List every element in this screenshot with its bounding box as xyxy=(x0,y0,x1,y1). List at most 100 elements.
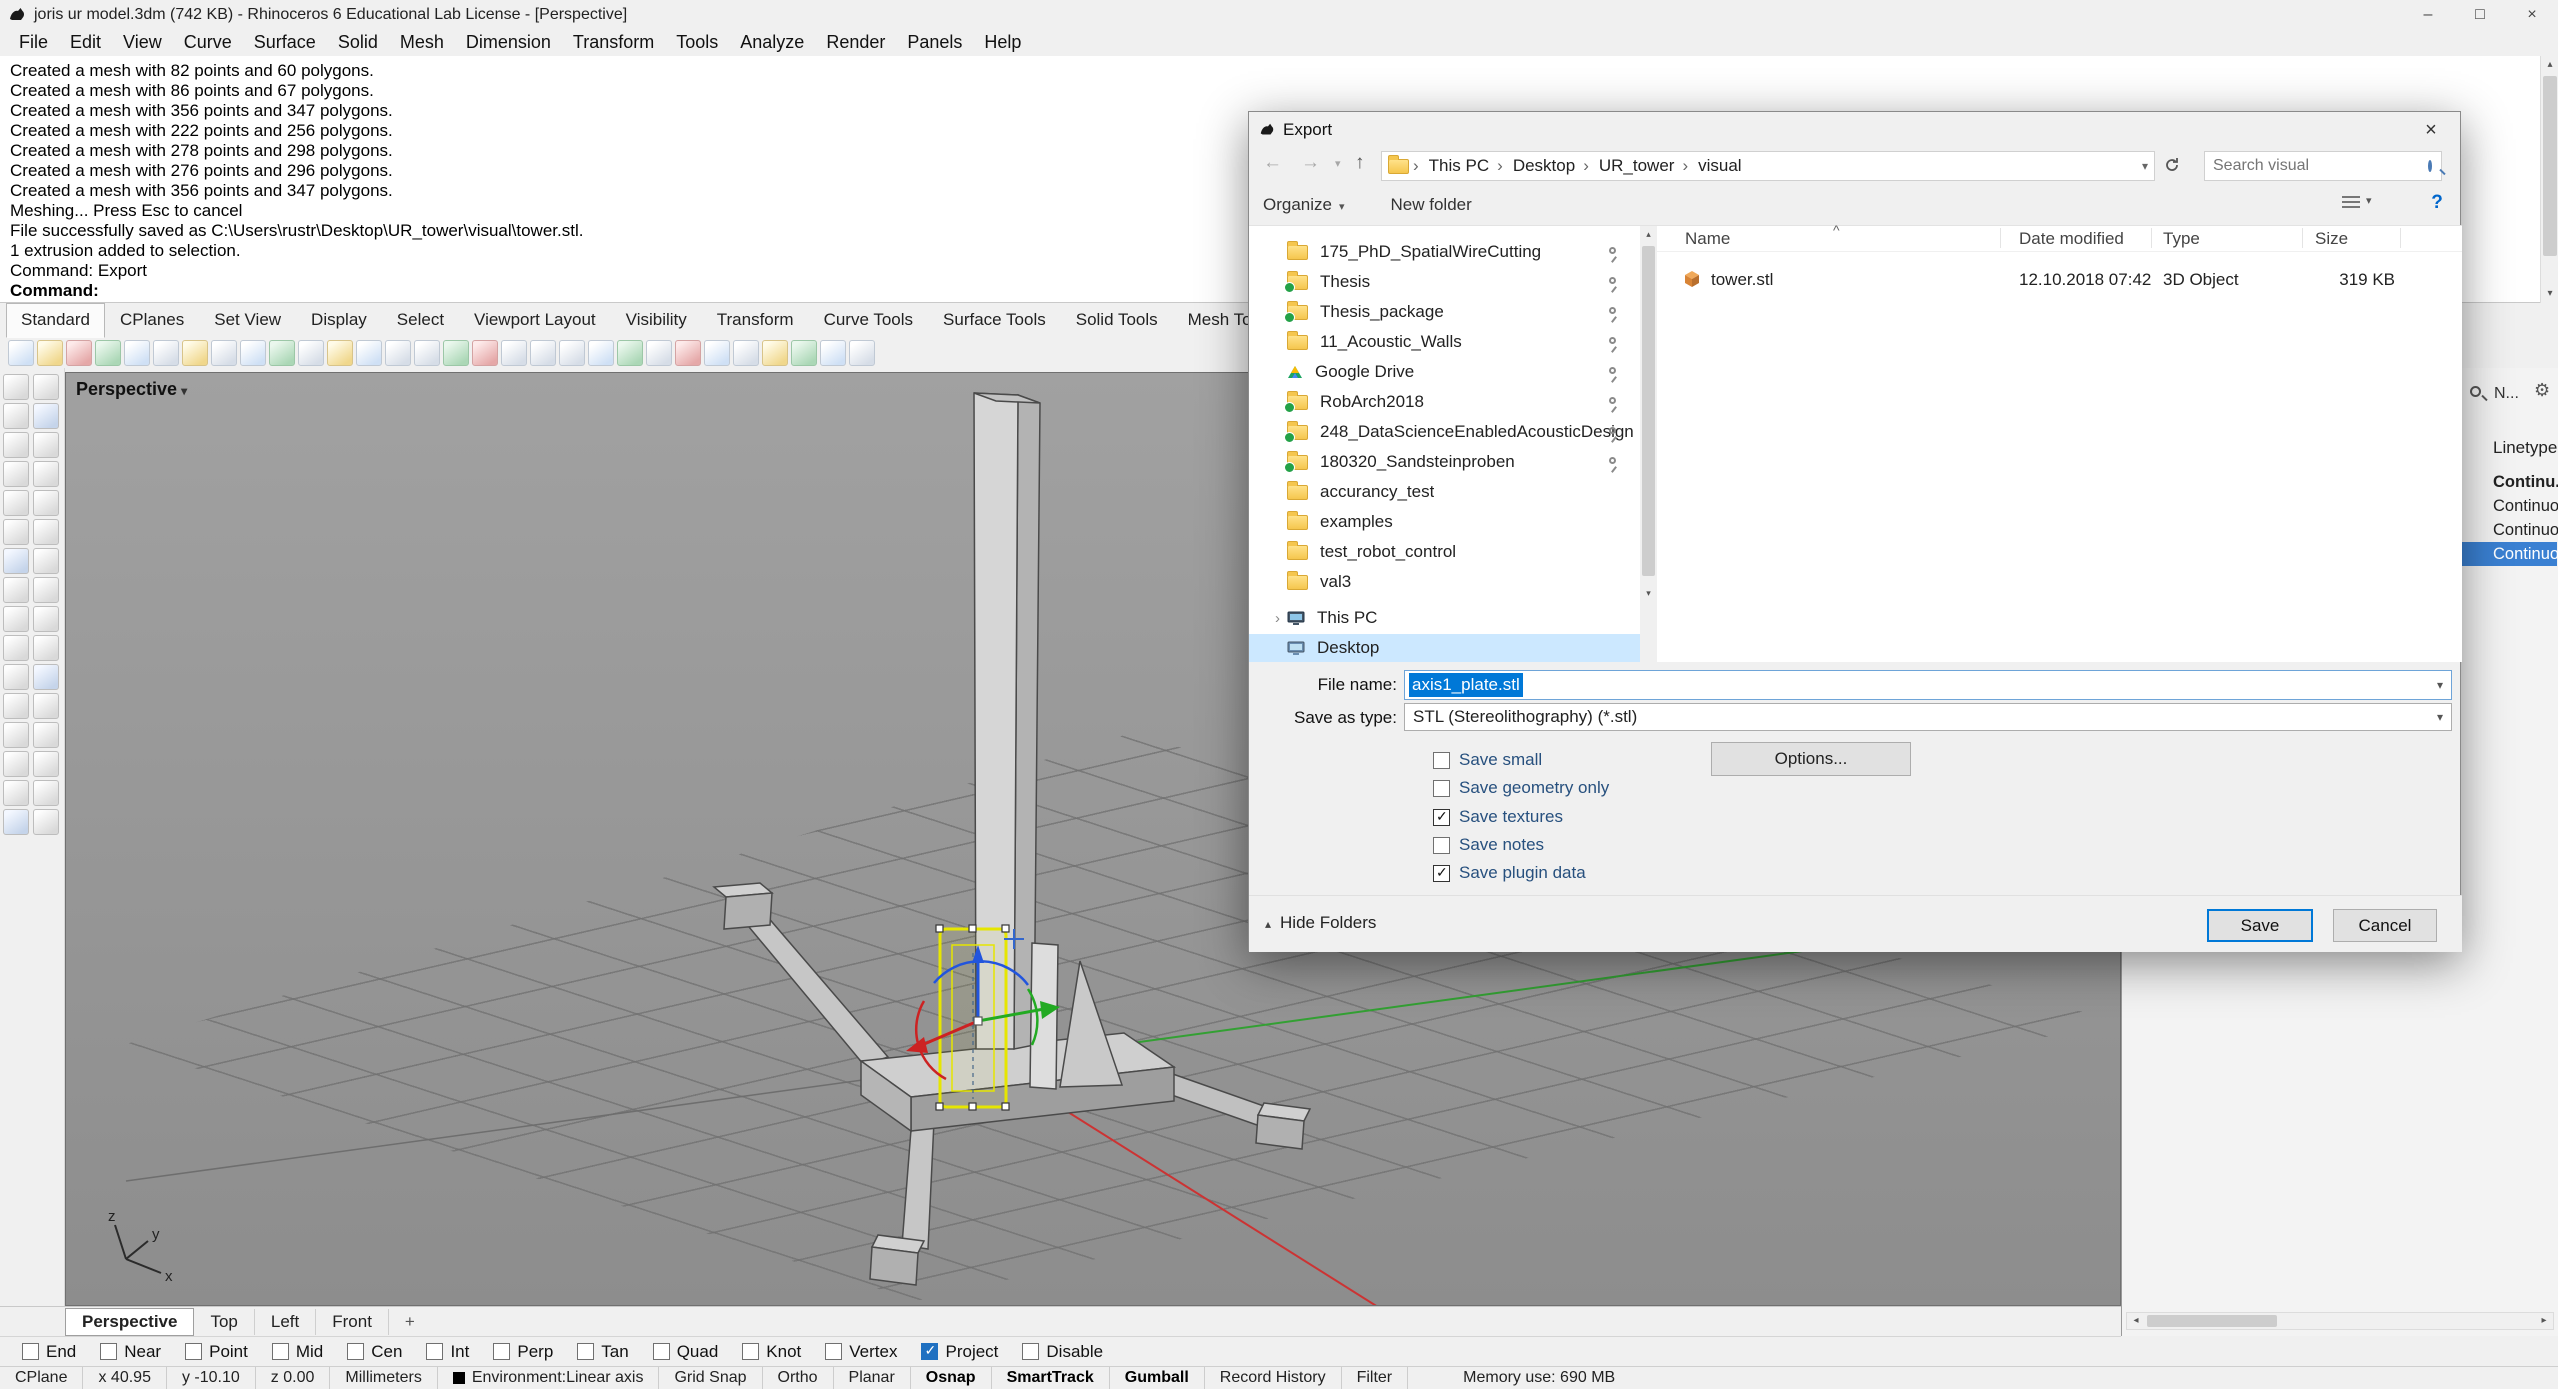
column-date-modified[interactable]: Date modified xyxy=(2019,229,2124,249)
toggle-osnap[interactable]: Osnap xyxy=(911,1367,992,1389)
tab-curve-tools[interactable]: Curve Tools xyxy=(809,303,928,338)
undo-icon[interactable] xyxy=(211,340,237,366)
zoom-icon[interactable] xyxy=(298,340,324,366)
history-chevron-icon[interactable]: ▾ xyxy=(1335,157,1341,170)
scroll-left-icon[interactable]: ◂ xyxy=(2127,1313,2145,1329)
checkbox[interactable] xyxy=(1022,1343,1039,1360)
menu-mesh[interactable]: Mesh xyxy=(389,31,455,54)
select-pointer-icon[interactable] xyxy=(3,374,29,400)
viewport-tab-top[interactable]: Top xyxy=(194,1309,254,1335)
render-icon[interactable] xyxy=(791,340,817,366)
split-icon[interactable] xyxy=(559,340,585,366)
back-icon[interactable]: ← xyxy=(1263,152,1282,174)
array-icon[interactable] xyxy=(3,751,29,777)
hide-folders-button[interactable]: Hide Folders xyxy=(1265,913,1376,933)
checkbox[interactable] xyxy=(272,1343,289,1360)
paste-icon[interactable] xyxy=(182,340,208,366)
trim-tool-icon[interactable] xyxy=(3,635,29,661)
checkbox[interactable] xyxy=(1433,780,1450,797)
osnap-knot[interactable]: Knot xyxy=(742,1342,801,1362)
osnap-mid[interactable]: Mid xyxy=(272,1342,323,1362)
hide-icon[interactable] xyxy=(646,340,672,366)
group-icon[interactable] xyxy=(33,664,59,690)
polyline-icon[interactable] xyxy=(33,374,59,400)
move-icon[interactable] xyxy=(385,340,411,366)
osnap-point[interactable]: Point xyxy=(185,1342,248,1362)
revolve-icon[interactable] xyxy=(33,519,59,545)
zoom-extents-icon[interactable] xyxy=(327,340,353,366)
wireframe-view-icon[interactable] xyxy=(849,340,875,366)
column-type[interactable]: Type xyxy=(2163,229,2200,249)
cancel-button[interactable]: Cancel xyxy=(2333,909,2437,942)
menu-analyze[interactable]: Analyze xyxy=(729,31,815,54)
osnap-near[interactable]: Near xyxy=(100,1342,161,1362)
search-icon[interactable] xyxy=(2470,386,2481,397)
curve-icon[interactable] xyxy=(3,403,29,429)
breadcrumb-desktop[interactable]: Desktop xyxy=(1493,156,1579,176)
tab-select[interactable]: Select xyxy=(382,303,459,338)
checkbox[interactable] xyxy=(577,1343,594,1360)
menu-view[interactable]: View xyxy=(112,31,173,54)
viewport-tab-perspective[interactable]: Perspective xyxy=(65,1308,194,1336)
tab-solid-tools[interactable]: Solid Tools xyxy=(1061,303,1173,338)
menu-file[interactable]: File xyxy=(8,31,59,54)
object-snap-icon[interactable] xyxy=(762,340,788,366)
new-file-icon[interactable] xyxy=(8,340,34,366)
analyze-icon[interactable] xyxy=(3,780,29,806)
tab-set-view[interactable]: Set View xyxy=(199,303,296,338)
sphere-icon[interactable] xyxy=(33,548,59,574)
close-button[interactable]: × xyxy=(2506,0,2558,29)
gear-icon[interactable]: ⚙ xyxy=(2534,380,2550,401)
toggle-planar[interactable]: Planar xyxy=(834,1367,911,1389)
new-folder-button[interactable]: New folder xyxy=(1391,195,1472,215)
units-label[interactable]: Millimeters xyxy=(330,1367,437,1389)
offset-icon[interactable] xyxy=(33,606,59,632)
tab-cplanes[interactable]: CPlanes xyxy=(105,303,199,338)
osnap-disable[interactable]: Disable xyxy=(1022,1342,1103,1362)
cylinder-icon[interactable] xyxy=(3,577,29,603)
tree-item-desktop[interactable]: Desktop xyxy=(1249,634,1640,662)
menu-panels[interactable]: Panels xyxy=(896,31,973,54)
tree-item[interactable]: val3 xyxy=(1249,568,1640,596)
toggle-filter[interactable]: Filter xyxy=(1342,1367,1409,1389)
tree-item-this-pc[interactable]: ›This PC xyxy=(1249,604,1640,632)
menu-edit[interactable]: Edit xyxy=(59,31,112,54)
polygon-icon[interactable] xyxy=(3,461,29,487)
copy-object-icon[interactable] xyxy=(414,340,440,366)
fillet-icon[interactable] xyxy=(33,577,59,603)
option-save-small[interactable]: Save small xyxy=(1433,748,1542,772)
pan-icon[interactable] xyxy=(269,340,295,366)
tree-item[interactable]: test_robot_control xyxy=(1249,538,1640,566)
toggle-ortho[interactable]: Ortho xyxy=(763,1367,834,1389)
toggle-gumball[interactable]: Gumball xyxy=(1110,1367,1205,1389)
sweep-icon[interactable] xyxy=(3,490,29,516)
checkbox[interactable] xyxy=(1433,865,1450,882)
menu-transform[interactable]: Transform xyxy=(562,31,665,54)
mirror-tool-icon[interactable] xyxy=(33,722,59,748)
checkbox[interactable] xyxy=(493,1343,510,1360)
tab-display[interactable]: Display xyxy=(296,303,382,338)
split-tool-icon[interactable] xyxy=(33,635,59,661)
options-button[interactable]: Options... xyxy=(1711,742,1911,776)
search-box[interactable] xyxy=(2204,151,2442,181)
option-save-geometry-only[interactable]: Save geometry only xyxy=(1433,776,1609,800)
checkbox[interactable] xyxy=(921,1343,938,1360)
mirror-icon[interactable] xyxy=(501,340,527,366)
material-tool-icon[interactable] xyxy=(33,780,59,806)
osnap-vertex[interactable]: Vertex xyxy=(825,1342,897,1362)
scale-icon[interactable] xyxy=(472,340,498,366)
open-file-icon[interactable] xyxy=(37,340,63,366)
copy-icon[interactable] xyxy=(153,340,179,366)
checkbox[interactable] xyxy=(347,1343,364,1360)
arc-icon[interactable] xyxy=(3,432,29,458)
column-size[interactable]: Size xyxy=(2315,229,2348,249)
osnap-project[interactable]: Project xyxy=(921,1342,998,1362)
breadcrumb-visual[interactable]: visual xyxy=(1678,156,1745,176)
checkbox[interactable] xyxy=(825,1343,842,1360)
option-save-notes[interactable]: Save notes xyxy=(1433,833,1544,857)
view-mode-icon[interactable] xyxy=(2342,196,2360,211)
menu-dimension[interactable]: Dimension xyxy=(455,31,562,54)
menu-help[interactable]: Help xyxy=(973,31,1032,54)
osnap-quad[interactable]: Quad xyxy=(653,1342,719,1362)
osnap-cen[interactable]: Cen xyxy=(347,1342,402,1362)
